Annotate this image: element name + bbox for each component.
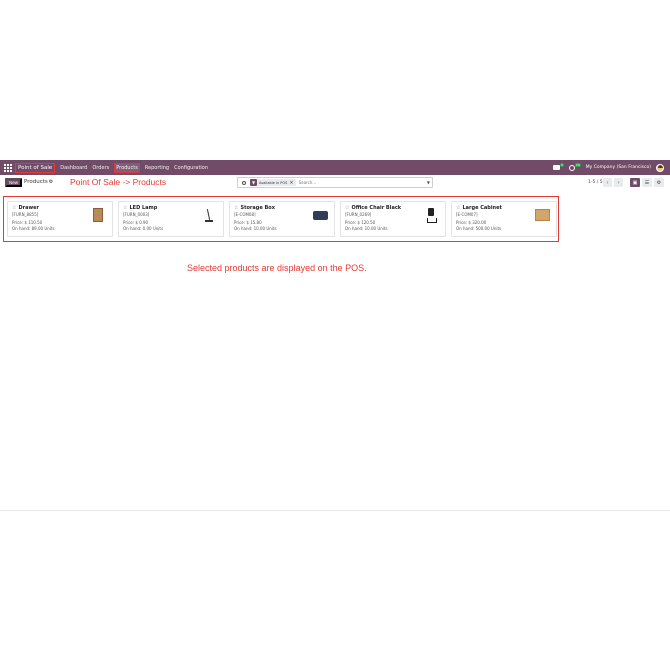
product-image (200, 206, 218, 224)
annotation-title: Point Of Sale -> Products (70, 177, 167, 187)
product-price: Price: $ 110.50 (12, 220, 43, 225)
product-card[interactable]: ☆ Large Cabinet [E-COM07] Price: $ 320.00… (451, 201, 557, 237)
app-name[interactable]: Point of Sale (15, 162, 56, 173)
cabinet-image-icon (534, 209, 550, 221)
settings-view-icon[interactable]: ⚙ (654, 178, 664, 187)
product-name: Storage Box (240, 205, 275, 211)
product-price: Price: $ 15.80 (234, 220, 262, 225)
menu-configuration[interactable]: Configuration (174, 165, 208, 171)
chat-badge: 9 (560, 162, 564, 167)
annotation-message: Selected products are displayed on the P… (187, 263, 367, 273)
filter-icon: ▼ (250, 179, 257, 186)
gear-icon[interactable]: ⚙ (49, 179, 53, 185)
star-icon[interactable]: ☆ (345, 205, 349, 211)
product-image (89, 206, 107, 224)
systray: 9 29 My Company (San Francisco) (553, 162, 670, 172)
product-onhand: On hand: 500.00 Units (456, 226, 502, 231)
search-bar[interactable]: ▼ Available in POS × ▼ (237, 177, 433, 188)
product-price: Price: $ 0.90 (123, 220, 149, 225)
product-price: Price: $ 120.50 (345, 220, 376, 225)
search-input[interactable] (298, 179, 419, 186)
product-onhand: On hand: 0.00 Units (123, 226, 164, 231)
product-onhand: On hand: 10.00 Units (234, 226, 277, 231)
product-name: Large Cabinet (462, 205, 502, 211)
product-name: Drawer (18, 205, 39, 211)
search-options-toggle[interactable]: ▼ (427, 180, 430, 185)
product-name: Office Chair Black (351, 205, 402, 211)
control-panel: New Products⚙ Point Of Sale -> Products … (0, 175, 670, 193)
activity-clock-icon[interactable] (568, 164, 575, 171)
star-icon[interactable]: ☆ (123, 205, 127, 211)
product-code: [FURN_8855] (12, 212, 39, 217)
search-facet: ▼ Available in POS × (250, 179, 296, 186)
chat-icon[interactable] (553, 165, 560, 170)
pager-previous-icon[interactable]: ‹ (603, 178, 612, 187)
product-code: [E-COM07] (456, 212, 478, 217)
product-onhand: On hand: 89.00 Units (12, 226, 55, 231)
product-image (311, 206, 329, 224)
product-image (422, 206, 440, 224)
pager-value[interactable]: 1-5 / 5 (588, 180, 603, 185)
breadcrumb-products: Products (24, 179, 48, 185)
star-icon[interactable]: ☆ (456, 205, 460, 211)
apps-menu-icon[interactable] (4, 163, 12, 172)
remove-facet-icon[interactable]: × (289, 180, 295, 186)
storage-box-image-icon (312, 210, 328, 220)
breadcrumb: Products⚙ (24, 179, 53, 185)
user-avatar[interactable] (656, 163, 664, 172)
lamp-image-icon (204, 208, 214, 222)
product-card[interactable]: ☆ Drawer [FURN_8855] Price: $ 110.50 On h… (7, 201, 113, 237)
odoo-screen: Point of Sale Dashboard Orders Products … (0, 160, 670, 511)
menu-dashboard[interactable]: Dashboard (60, 165, 87, 171)
menu-products[interactable]: Products (114, 162, 140, 173)
product-code: [FURN_0269] (345, 212, 372, 217)
activity-badge: 29 (574, 162, 581, 167)
new-button[interactable]: New (5, 178, 22, 187)
facet-label: Available in POS (259, 180, 288, 185)
product-name: LED Lamp (129, 205, 158, 211)
product-card[interactable]: ☆ LED Lamp [FURN_0003] Price: $ 0.90 On h… (118, 201, 224, 237)
list-view-icon[interactable]: ☰ (642, 178, 652, 187)
product-image (533, 206, 551, 224)
office-chair-image-icon (426, 207, 437, 223)
menu-orders[interactable]: Orders (92, 165, 109, 171)
company-switcher[interactable]: My Company (San Francisco) (586, 165, 651, 170)
pager-next-icon[interactable]: › (614, 178, 623, 187)
kanban-view-icon[interactable]: ▣ (630, 178, 640, 187)
drawer-image-icon (93, 208, 103, 222)
product-onhand: On hand: 10.00 Units (345, 226, 388, 231)
search-icon[interactable] (239, 178, 248, 187)
star-icon[interactable]: ☆ (234, 205, 238, 211)
top-navbar: Point of Sale Dashboard Orders Products … (0, 160, 670, 175)
product-price: Price: $ 320.00 (456, 220, 487, 225)
products-highlight-frame: ☆ Drawer [FURN_8855] Price: $ 110.50 On h… (3, 196, 559, 242)
star-icon[interactable]: ☆ (12, 205, 16, 211)
product-card[interactable]: ☆ Storage Box [E-COM08] Price: $ 15.80 On… (229, 201, 335, 237)
product-card[interactable]: ☆ Office Chair Black [FURN_0269] Price: $… (340, 201, 446, 237)
product-code: [E-COM08] (234, 212, 256, 217)
product-code: [FURN_0003] (123, 212, 150, 217)
menu-reporting[interactable]: Reporting (145, 165, 169, 171)
